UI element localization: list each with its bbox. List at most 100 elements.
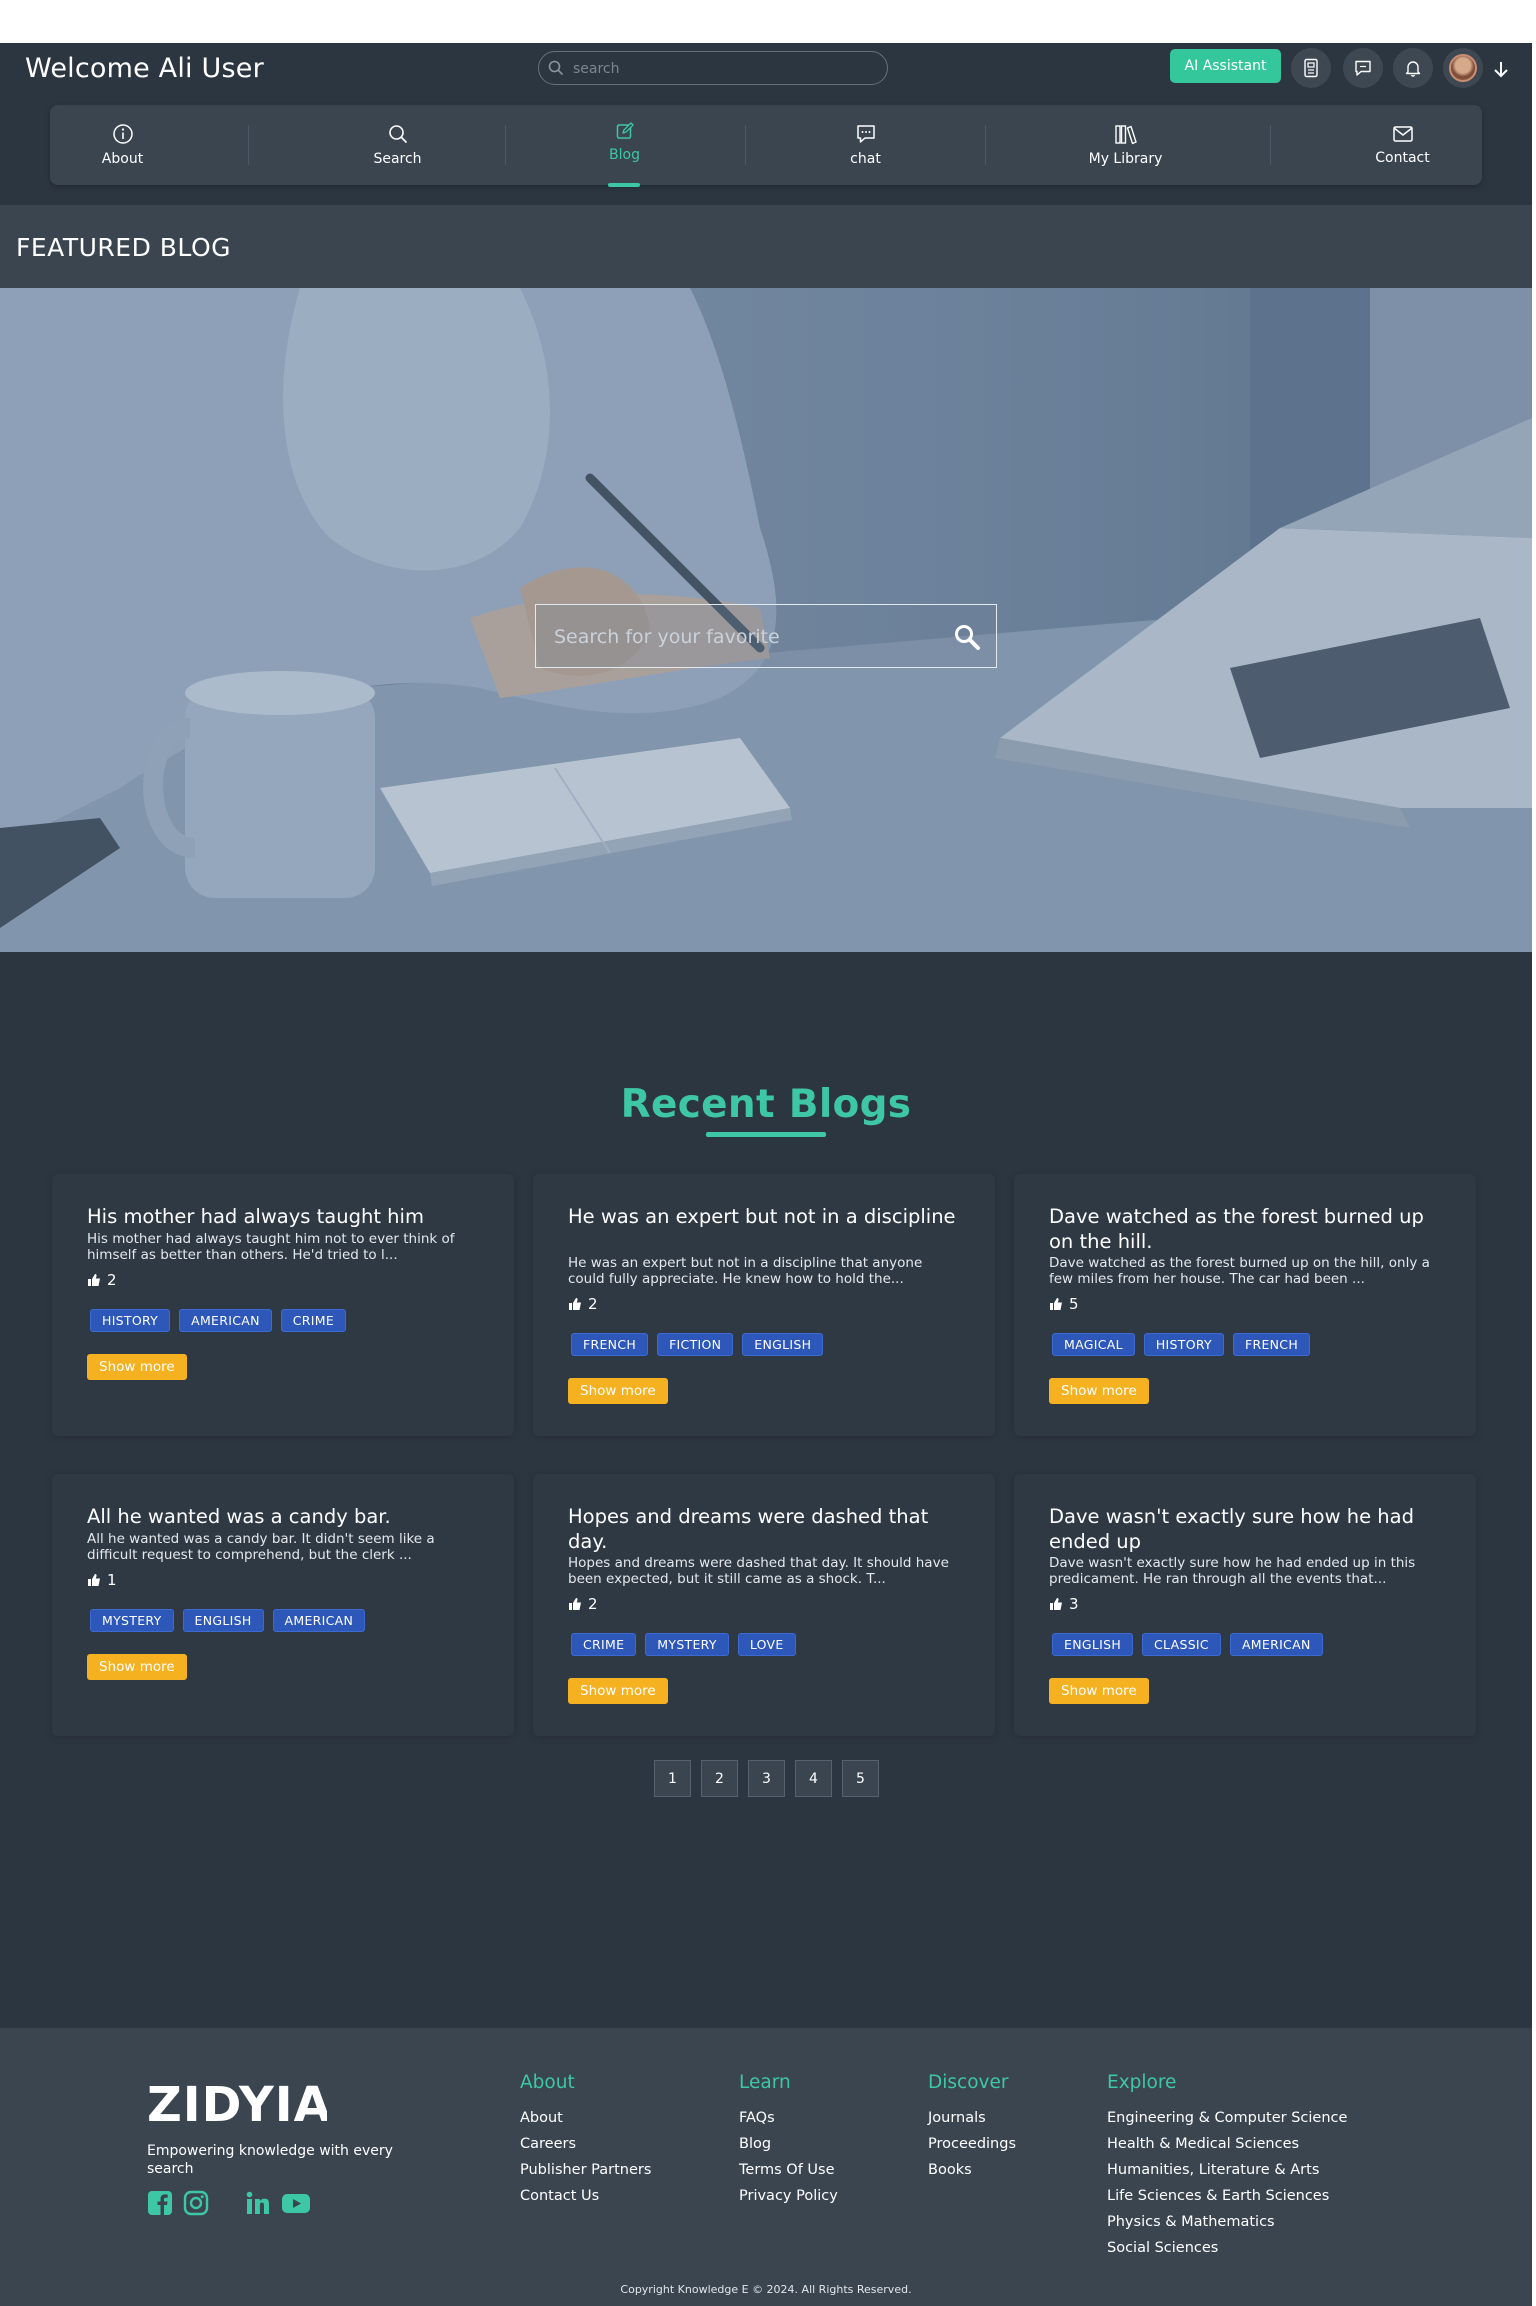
tag-list: ENGLISH CLASSIC AMERICAN (1052, 1633, 1323, 1656)
footer-link[interactable]: Engineering & Computer Science (1107, 2105, 1347, 2131)
likes-count[interactable]: 2 (568, 1595, 598, 1613)
likes-count[interactable]: 3 (1049, 1595, 1079, 1613)
arrow-down-icon[interactable] (1490, 58, 1512, 80)
nav-item-blog[interactable]: Blog (552, 102, 697, 182)
footer-tagline: Empowering knowledge with every search (147, 2143, 393, 2177)
nav-label-chat: chat (850, 151, 881, 167)
footer-link[interactable]: Proceedings (928, 2131, 1016, 2157)
likes-count[interactable]: 2 (87, 1271, 117, 1289)
footer-link[interactable]: About (520, 2105, 651, 2131)
blog-card-title[interactable]: Dave wasn't exactly sure how he had ende… (1049, 1504, 1449, 1554)
footer-link[interactable]: FAQs (739, 2105, 838, 2131)
blog-card-excerpt: Hopes and dreams were dashed that day. I… (568, 1555, 949, 1587)
footer-link[interactable]: Terms Of Use (739, 2157, 838, 2183)
tag[interactable]: AMERICAN (272, 1609, 366, 1632)
footer-link[interactable]: Journals (928, 2105, 1016, 2131)
blog-card-title[interactable]: Hopes and dreams were dashed that day. (568, 1504, 968, 1554)
footer-link[interactable]: Blog (739, 2131, 838, 2157)
tag[interactable]: ENGLISH (1052, 1633, 1134, 1656)
nav-item-about[interactable]: About (50, 105, 195, 185)
recent-blogs-section: Recent Blogs His mother had always taugh… (0, 952, 1532, 2028)
youtube-icon[interactable] (281, 2190, 311, 2216)
tag[interactable]: FRENCH (1232, 1333, 1311, 1356)
footer-link[interactable]: Life Sciences & Earth Sciences (1107, 2183, 1347, 2209)
blog-card-title[interactable]: Dave watched as the forest burned up on … (1049, 1204, 1449, 1254)
notifications-button[interactable] (1393, 48, 1433, 88)
tag[interactable]: HISTORY (1143, 1333, 1224, 1356)
footer-link[interactable]: Humanities, Literature & Arts (1107, 2157, 1347, 2183)
tag[interactable]: FRENCH (571, 1333, 649, 1356)
tag[interactable]: CRIME (571, 1633, 637, 1656)
footer-link[interactable]: Physics & Mathematics (1107, 2209, 1347, 2235)
nav-item-contact[interactable]: Contact (1330, 105, 1475, 185)
page-button[interactable]: 5 (842, 1760, 879, 1797)
nav-active-indicator (608, 183, 640, 187)
tag[interactable]: MAGICAL (1052, 1333, 1135, 1356)
show-more-button[interactable]: Show more (87, 1654, 187, 1680)
show-more-button[interactable]: Show more (1049, 1378, 1149, 1404)
avatar[interactable] (1443, 48, 1483, 88)
blog-card-title[interactable]: He was an expert but not in a discipline (568, 1204, 968, 1229)
thumbs-up-icon (88, 1274, 100, 1286)
nav-divider (1270, 125, 1271, 165)
tag[interactable]: AMERICAN (1229, 1633, 1323, 1656)
likes-value: 3 (1069, 1595, 1079, 1613)
mail-icon (1392, 126, 1413, 142)
tag[interactable]: HISTORY (90, 1309, 171, 1332)
facebook-icon[interactable] (147, 2190, 173, 2216)
nav-item-my-library[interactable]: My Library (1053, 105, 1198, 185)
nav-item-chat[interactable]: chat (793, 105, 938, 185)
tag[interactable]: MYSTERY (645, 1633, 729, 1656)
likes-count[interactable]: 5 (1049, 1295, 1079, 1313)
footer-heading: About (520, 2072, 575, 2093)
footer-column-discover: Discover Journals Proceedings Books (928, 2072, 1016, 2183)
tag[interactable]: ENGLISH (182, 1609, 264, 1632)
linkedin-icon[interactable] (245, 2190, 271, 2216)
messages-button[interactable] (1343, 48, 1383, 88)
header-search-input[interactable] (573, 58, 873, 80)
zidyia-logo[interactable]: ZIDYIA (147, 2078, 327, 2128)
instagram-icon[interactable] (183, 2190, 209, 2216)
footer-link[interactable]: Privacy Policy (739, 2183, 838, 2209)
featured-header: FEATURED BLOG (0, 205, 1532, 288)
nav-item-search[interactable]: Search (325, 105, 470, 185)
blog-card-title[interactable]: All he wanted was a candy bar. (87, 1504, 487, 1529)
ai-assistant-button[interactable]: AI Assistant (1170, 49, 1281, 83)
show-more-button[interactable]: Show more (568, 1678, 668, 1704)
show-more-button[interactable]: Show more (87, 1354, 187, 1380)
tag[interactable]: MYSTERY (90, 1609, 174, 1632)
blog-card: He was an expert but not in a discipline… (533, 1174, 995, 1436)
tag[interactable]: AMERICAN (179, 1309, 272, 1332)
header-search[interactable] (538, 51, 888, 85)
hero-search[interactable] (535, 604, 997, 668)
page-button[interactable]: 1 (654, 1760, 691, 1797)
blog-card-title[interactable]: His mother had always taught him (87, 1204, 487, 1229)
tag-list: HISTORY AMERICAN CRIME (90, 1309, 347, 1332)
show-more-button[interactable]: Show more (1049, 1678, 1149, 1704)
tag[interactable]: ENGLISH (742, 1333, 824, 1356)
page-button[interactable]: 4 (795, 1760, 832, 1797)
footer-link[interactable]: Health & Medical Sciences (1107, 2131, 1347, 2157)
nav-divider (505, 125, 506, 165)
footer-link[interactable]: Careers (520, 2131, 651, 2157)
footer-link[interactable]: Social Sciences (1107, 2235, 1347, 2261)
tag[interactable]: LOVE (737, 1633, 796, 1656)
info-icon (112, 124, 133, 144)
likes-count[interactable]: 2 (568, 1295, 598, 1313)
likes-count[interactable]: 1 (87, 1571, 117, 1589)
footer-link[interactable]: Contact Us (520, 2183, 651, 2209)
hero-search-input[interactable] (554, 623, 934, 651)
search-icon[interactable] (953, 623, 981, 651)
main-nav: About Search Blog chat My Library Contac… (50, 102, 1482, 187)
tag[interactable]: CRIME (280, 1309, 347, 1332)
show-more-button[interactable]: Show more (568, 1378, 668, 1404)
footer-link[interactable]: Publisher Partners (520, 2157, 651, 2183)
tag[interactable]: FICTION (657, 1333, 734, 1356)
tag-list: CRIME MYSTERY LOVE (571, 1633, 796, 1656)
footer-link[interactable]: Books (928, 2157, 1016, 2183)
document-button[interactable] (1291, 48, 1331, 88)
blog-card-excerpt: He was an expert but not in a discipline… (568, 1255, 923, 1287)
page-button[interactable]: 3 (748, 1760, 785, 1797)
tag[interactable]: CLASSIC (1142, 1633, 1221, 1656)
page-button[interactable]: 2 (701, 1760, 738, 1797)
